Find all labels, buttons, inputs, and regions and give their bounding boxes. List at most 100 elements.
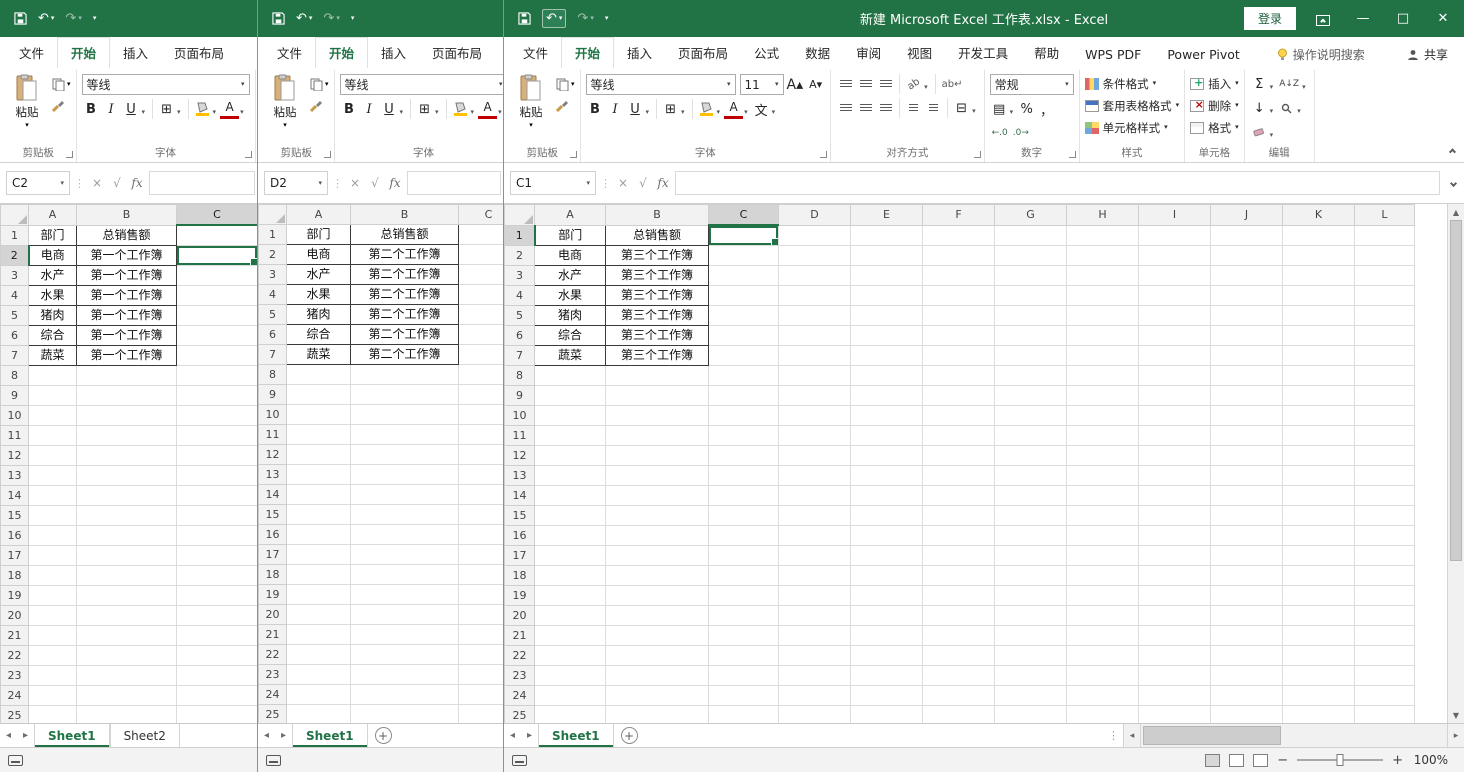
- redo-button[interactable]: ↷ ▾: [577, 12, 593, 25]
- cell-E23[interactable]: [850, 664, 923, 686]
- cell-A4[interactable]: 水果: [534, 284, 606, 306]
- cell-J15[interactable]: [1210, 504, 1283, 526]
- ribbon-tab[interactable]: 插入: [110, 38, 161, 68]
- login-button[interactable]: 登录: [1243, 7, 1296, 30]
- cell-G5[interactable]: [994, 304, 1067, 326]
- column-header-D[interactable]: D: [778, 204, 851, 226]
- cell-A13[interactable]: [286, 464, 351, 485]
- cell-D21[interactable]: [778, 624, 851, 646]
- cell-C25[interactable]: [176, 704, 257, 723]
- cell-A14[interactable]: [286, 484, 351, 505]
- format-painter-button[interactable]: [52, 99, 71, 112]
- cell-B19[interactable]: [350, 584, 459, 605]
- zoom-in-button[interactable]: +: [1392, 753, 1403, 768]
- scroll-right-button[interactable]: ▸: [1447, 724, 1464, 747]
- cell-B23[interactable]: [605, 664, 709, 686]
- cell-E15[interactable]: [850, 504, 923, 526]
- cell-A20[interactable]: [286, 604, 351, 625]
- sheet-tab-sheet1[interactable]: Sheet1: [538, 724, 614, 747]
- cell-C23[interactable]: [708, 664, 779, 686]
- worksheet-area[interactable]: A B C 1 部门 总销售额 2 电商 第一个工作簿 3 水产 第一个工作簿 4 水果 第一个工作簿 5 猪肉…: [0, 204, 257, 723]
- cell-B17[interactable]: [605, 544, 709, 566]
- cell-K20[interactable]: [1282, 604, 1355, 626]
- cell-B11[interactable]: [350, 424, 459, 445]
- cell-K14[interactable]: [1282, 484, 1355, 506]
- zoom-slider[interactable]: [1297, 754, 1384, 766]
- font-color-button[interactable]: A: [478, 99, 498, 119]
- increase-indent-button[interactable]: [924, 98, 943, 118]
- cell-A3[interactable]: 水产: [286, 264, 351, 285]
- cell-I2[interactable]: [1138, 244, 1211, 266]
- cell-C22[interactable]: [708, 644, 779, 666]
- cell-I13[interactable]: [1138, 464, 1211, 486]
- cell-I6[interactable]: [1138, 324, 1211, 346]
- cell-C11[interactable]: [708, 424, 779, 446]
- column-header-A[interactable]: A: [28, 204, 77, 226]
- ribbon-tab[interactable]: 开始: [57, 37, 111, 68]
- row-header-4[interactable]: 4: [504, 284, 535, 306]
- cell-B8[interactable]: [605, 364, 709, 386]
- cell-B5[interactable]: 第二个工作簿: [350, 304, 459, 325]
- fill-button[interactable]: ↓: [1250, 98, 1269, 118]
- cell-C15[interactable]: [458, 504, 503, 525]
- cell-C22[interactable]: [458, 644, 503, 665]
- cell-A17[interactable]: [534, 544, 606, 566]
- formula-input[interactable]: [149, 171, 255, 195]
- cell-H22[interactable]: [1066, 644, 1139, 666]
- cell-I19[interactable]: [1138, 584, 1211, 606]
- cell-B14[interactable]: [350, 484, 459, 505]
- cell-C24[interactable]: [458, 684, 503, 705]
- horizontal-scroll-thumb[interactable]: [1143, 726, 1281, 745]
- cell-A8[interactable]: [534, 364, 606, 386]
- column-header-J[interactable]: J: [1210, 204, 1283, 226]
- cell-B9[interactable]: [76, 384, 177, 406]
- cell-A16[interactable]: [28, 524, 77, 546]
- tab-split-handle[interactable]: ⋮: [1104, 724, 1123, 747]
- cell-C23[interactable]: [176, 664, 257, 686]
- insert-function-button[interactable]: fx: [655, 176, 671, 190]
- cell-A8[interactable]: [28, 364, 77, 386]
- cell-E22[interactable]: [850, 644, 923, 666]
- cell-B14[interactable]: [605, 484, 709, 506]
- font-size-select[interactable]: 11 ▾: [739, 74, 784, 95]
- cell-F12[interactable]: [922, 444, 995, 466]
- cell-C8[interactable]: [458, 364, 503, 385]
- cell-A22[interactable]: [28, 644, 77, 666]
- row-header-20[interactable]: 20: [258, 604, 287, 625]
- cell-K21[interactable]: [1282, 624, 1355, 646]
- cell-B20[interactable]: [76, 604, 177, 626]
- cell-H2[interactable]: [1066, 244, 1139, 266]
- formula-bar-expand-button[interactable]: [1444, 179, 1462, 187]
- cell-B3[interactable]: 第一个工作簿: [76, 264, 177, 286]
- row-header-20[interactable]: 20: [504, 604, 535, 626]
- align-center-button[interactable]: [856, 98, 875, 118]
- cell-B6[interactable]: 第二个工作簿: [350, 324, 459, 345]
- cell-D5[interactable]: [778, 304, 851, 326]
- cell-A19[interactable]: [286, 584, 351, 605]
- cell-C3[interactable]: [458, 264, 503, 285]
- macro-record-button[interactable]: [512, 754, 527, 766]
- cell-A18[interactable]: [286, 564, 351, 585]
- cell-A6[interactable]: 综合: [286, 324, 351, 345]
- cell-B7[interactable]: 第一个工作簿: [76, 344, 177, 366]
- ribbon-tab[interactable]: 开始: [315, 37, 369, 68]
- qat-customize-button[interactable]: ▾: [351, 15, 355, 22]
- clipboard-dialog-launcher[interactable]: [569, 151, 577, 158]
- fill-color-button[interactable]: [697, 99, 716, 119]
- cell-E25[interactable]: [850, 704, 923, 723]
- name-box[interactable]: C2 ▾: [6, 171, 70, 195]
- cell-D12[interactable]: [778, 444, 851, 466]
- cell-C14[interactable]: [176, 484, 257, 506]
- formula-input[interactable]: [407, 171, 501, 195]
- cell-L2[interactable]: [1354, 244, 1415, 266]
- collapse-ribbon-button[interactable]: [1448, 142, 1457, 156]
- worksheet-area[interactable]: A B C 1 部门 总销售额 2 电商 第二个工作簿 3 水产 第二个工作簿 4 水果 第二个工作簿 5 猪肉…: [258, 204, 503, 723]
- cell-C19[interactable]: [176, 584, 257, 606]
- cell-B4[interactable]: 第二个工作簿: [350, 284, 459, 305]
- cell-D8[interactable]: [778, 364, 851, 386]
- fill-color-button[interactable]: [451, 99, 470, 119]
- cell-B25[interactable]: [350, 704, 459, 723]
- cell-K4[interactable]: [1282, 284, 1355, 306]
- cell-B21[interactable]: [76, 624, 177, 646]
- row-header-2[interactable]: 2: [504, 244, 535, 266]
